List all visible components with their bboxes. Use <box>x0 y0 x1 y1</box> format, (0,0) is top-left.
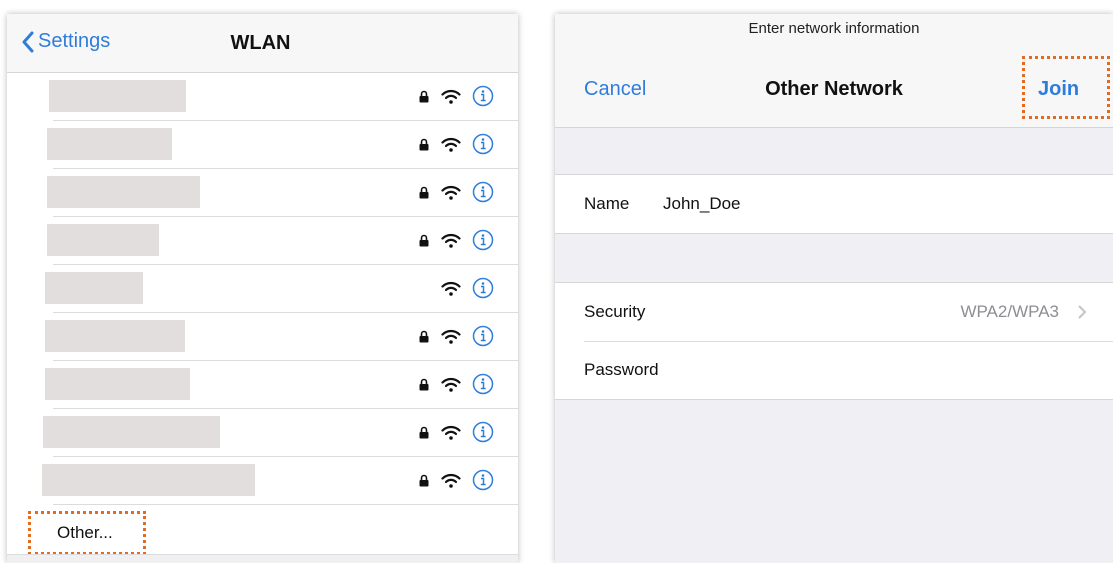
wifi-icon <box>441 425 461 440</box>
wifi-icon <box>441 329 461 344</box>
redacted-network-name <box>47 128 172 160</box>
network-status-icons <box>394 227 494 253</box>
sheet-nav-bar: Enter network information Cancel Other N… <box>555 14 1113 128</box>
security-value: WPA2/WPA3 <box>960 302 1059 321</box>
network-status-icons <box>394 467 494 493</box>
network-status-icons <box>394 323 494 349</box>
network-row[interactable] <box>7 361 518 409</box>
network-row[interactable] <box>7 217 518 265</box>
lock-icon <box>419 330 429 342</box>
lock-icon <box>419 90 429 102</box>
lock-icon <box>419 474 429 486</box>
password-row[interactable]: Password <box>555 341 1113 399</box>
lock-icon <box>419 234 429 246</box>
info-icon[interactable] <box>472 373 494 395</box>
info-icon[interactable] <box>472 181 494 203</box>
password-label: Password <box>584 360 659 379</box>
info-icon[interactable] <box>472 469 494 491</box>
network-row[interactable] <box>7 313 518 361</box>
network-row[interactable] <box>7 457 518 505</box>
network-status-icons <box>394 179 494 205</box>
redacted-network-name <box>47 224 159 256</box>
wifi-icon <box>441 233 461 248</box>
security-label: Security <box>584 302 646 321</box>
network-status-icons <box>394 83 494 109</box>
sheet-prompt: Enter network information <box>748 20 920 37</box>
name-row[interactable]: Name John_Doe <box>555 175 1113 233</box>
network-status-icons <box>394 131 494 157</box>
info-icon[interactable] <box>472 133 494 155</box>
network-row[interactable] <box>7 409 518 457</box>
redacted-network-name <box>45 272 143 304</box>
network-status-icons <box>394 419 494 445</box>
info-icon[interactable] <box>472 421 494 443</box>
redacted-network-name <box>42 464 255 496</box>
join-button[interactable]: Join <box>1038 78 1079 101</box>
name-field[interactable]: John_Doe <box>663 194 741 214</box>
name-label: Name <box>584 194 630 213</box>
network-row[interactable] <box>7 265 518 313</box>
info-icon[interactable] <box>472 85 494 107</box>
network-row[interactable] <box>7 73 518 121</box>
wifi-icon <box>441 185 461 200</box>
screenshot-root: Settings WLAN Other... Enter network inf… <box>0 0 1113 563</box>
lock-icon <box>419 186 429 198</box>
wifi-icon <box>441 281 461 296</box>
lock-icon <box>419 378 429 390</box>
sheet-title: Other Network <box>765 78 903 100</box>
wifi-icon <box>441 377 461 392</box>
redacted-network-name <box>43 416 220 448</box>
list-footer <box>7 554 518 563</box>
other-network-sheet: Enter network information Cancel Other N… <box>555 14 1113 563</box>
network-list: Other... <box>7 73 518 563</box>
info-icon[interactable] <box>472 229 494 251</box>
info-icon[interactable] <box>472 277 494 299</box>
wlan-title: WLAN <box>7 32 518 55</box>
redacted-network-name <box>49 80 186 112</box>
redacted-network-name <box>47 176 200 208</box>
network-row[interactable] <box>7 121 518 169</box>
redacted-network-name <box>45 368 190 400</box>
wlan-title-text: WLAN <box>230 32 291 54</box>
network-status-icons <box>394 371 494 397</box>
security-group: Security WPA2/WPA3 Password <box>555 282 1113 400</box>
chevron-right-icon <box>1078 305 1086 319</box>
wifi-icon <box>441 89 461 104</box>
lock-icon <box>419 138 429 150</box>
network-status-icons <box>394 275 494 301</box>
security-row[interactable]: Security WPA2/WPA3 <box>555 283 1113 341</box>
wifi-icon <box>441 473 461 488</box>
wlan-panel: Settings WLAN Other... <box>7 14 518 563</box>
name-group: Name John_Doe <box>555 174 1113 234</box>
info-icon[interactable] <box>472 325 494 347</box>
network-row[interactable] <box>7 169 518 217</box>
lock-icon <box>419 426 429 438</box>
redacted-network-name <box>45 320 185 352</box>
password-field[interactable] <box>695 353 1079 389</box>
wlan-nav-bar: Settings WLAN <box>7 14 518 73</box>
wifi-icon <box>441 137 461 152</box>
other-network-label: Other... <box>57 523 113 542</box>
